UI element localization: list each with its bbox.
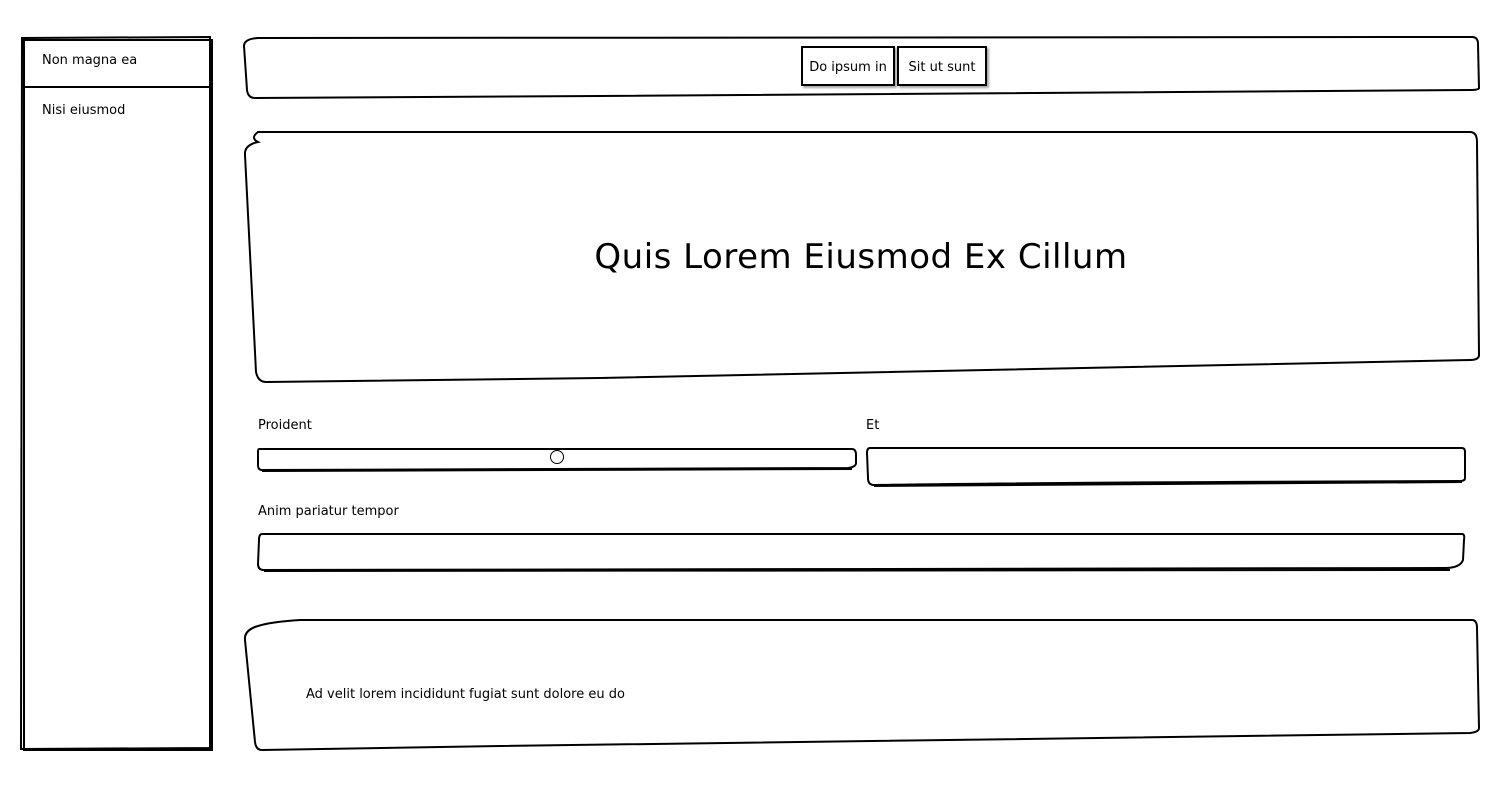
sketch-outlines — [19, 35, 1481, 752]
hero-title: Quis Lorem Eiusmod Ex Cillum — [594, 237, 1128, 277]
footer-text: Ad velit lorem incididunt fugiat sunt do… — [306, 687, 625, 702]
slider-thumb[interactable] — [550, 450, 564, 464]
hero-panel: Quis Lorem Eiusmod Ex Cillum — [244, 132, 1478, 382]
anim-field-label: Anim pariatur tempor — [258, 504, 399, 519]
top-nav-bar: Do ipsum in Sit ut sunt — [244, 38, 1478, 98]
et-field-label: Et — [866, 418, 880, 433]
sidebar-item-non-magna-ea[interactable]: Non magna ea — [42, 53, 137, 68]
anim-pariatur-tempor-input[interactable] — [259, 535, 1463, 568]
et-input[interactable] — [868, 449, 1464, 483]
sidebar: Non magna ea Nisi eiusmod — [22, 38, 210, 749]
nav-button-do-ipsum-in[interactable]: Do ipsum in — [801, 46, 895, 86]
slider-label: Proident — [258, 418, 312, 433]
proident-slider[interactable] — [258, 448, 856, 468]
nav-button-sit-ut-sunt[interactable]: Sit ut sunt — [897, 46, 987, 86]
sidebar-item-nisi-eiusmod[interactable]: Nisi eiusmod — [42, 103, 125, 118]
